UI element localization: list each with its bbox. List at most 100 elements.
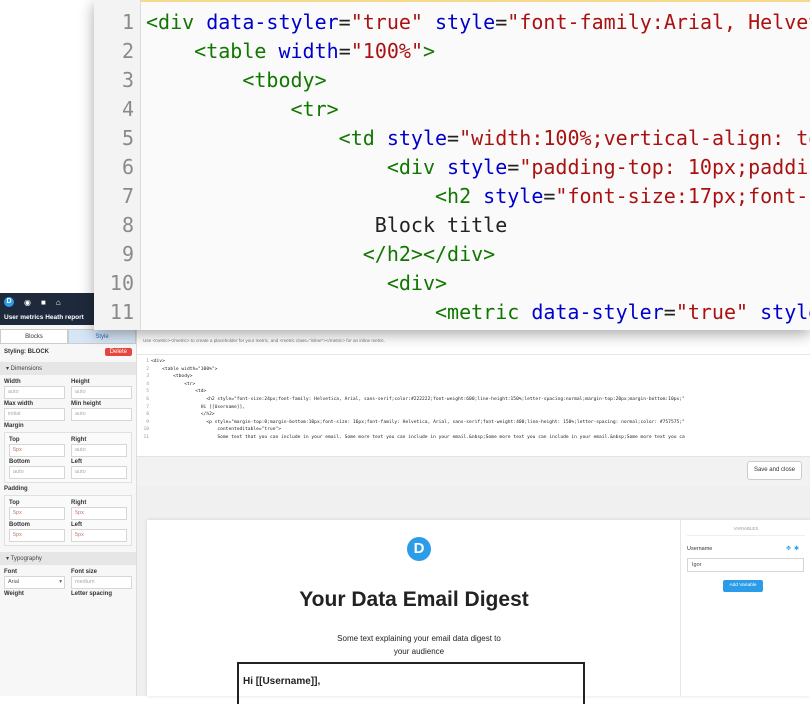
font-select[interactable]: Arial	[4, 576, 65, 589]
padding-right-label: Right	[71, 500, 87, 506]
code-text: <tbody>	[242, 68, 327, 92]
typography-section[interactable]: ▾ Typography	[0, 552, 136, 565]
editor-line-number: 1	[146, 359, 149, 364]
margin-left-label: Left	[71, 459, 82, 465]
email-logo-icon: D	[407, 537, 431, 561]
save-bar: Save and close	[137, 456, 810, 487]
letter-spacing-label: Letter spacing	[71, 591, 113, 597]
code-text: </h2></div>	[362, 242, 496, 266]
margin-bottom-input[interactable]: auto	[9, 466, 65, 479]
editor-line-code: <table width="100%">	[151, 366, 218, 372]
code-text: <metric data-styler="true" style="for	[434, 300, 810, 324]
weight-label: Weight	[4, 591, 24, 597]
email-preview: D Your Data Email Digest Some text expla…	[147, 520, 810, 704]
editor-line-number: 11	[143, 435, 149, 440]
line-number: 1	[121, 10, 134, 34]
editor-line-code: <tbody>	[151, 374, 193, 380]
selected-block[interactable]: Hi [[Username]],	[237, 662, 585, 704]
height-input[interactable]: auto	[71, 386, 132, 399]
padding-top-input[interactable]: 5px	[9, 507, 65, 520]
margin-box: Top 5px Right auto Bottom auto Left auto	[4, 432, 132, 483]
line-number: 8	[121, 213, 134, 237]
font-label: Font	[4, 569, 17, 575]
editor-line-code: Some text that you can include in your e…	[151, 435, 685, 440]
code-text: <div style="padding-top: 10px;padding-bo	[386, 155, 810, 179]
margin-bottom-label: Bottom	[9, 459, 30, 465]
app-logo-icon[interactable]: D	[4, 297, 14, 307]
margin-group-label: Margin	[4, 423, 24, 429]
editor-line-number: 4	[146, 381, 149, 387]
zoomed-code-editor[interactable]: 1 <div data-styler="true" style="font-fam…	[94, 0, 810, 330]
variable-value-input[interactable]: Igor	[687, 558, 804, 572]
code-text: <table width="100%">	[194, 39, 436, 63]
variable-actions: ✥✱	[786, 545, 802, 552]
min-height-label: Min height	[71, 401, 101, 407]
folder-icon[interactable]: ■	[41, 298, 46, 307]
email-title[interactable]: Your Data Email Digest	[147, 588, 681, 612]
margin-right-label: Right	[71, 437, 87, 443]
editor-line-code: </h2>	[151, 412, 215, 418]
line-number: 5	[121, 126, 134, 150]
line-number: 10	[109, 271, 134, 295]
editor-line-code: <tr>	[151, 381, 196, 387]
style-sidebar: D ◉ ■ ⌂ User metrics Heath report Blocks…	[0, 293, 137, 696]
email-subtitle[interactable]: Some text explaining your email data dig…	[337, 632, 501, 658]
line-number: 7	[121, 184, 134, 208]
line-number: 4	[121, 97, 134, 121]
html-code-editor[interactable]: Use <metric></metric> to create a placeh…	[137, 330, 810, 456]
padding-right-input[interactable]: 5px	[71, 507, 127, 520]
code-text: <td style="width:100%;vertical-align: to…	[338, 126, 810, 150]
editor-line-number: 3	[146, 374, 149, 380]
margin-right-input[interactable]: auto	[71, 444, 127, 457]
variables-panel: VARIABLES Username ✥✱ Igor Add Variable	[680, 520, 810, 696]
line-number: 11	[109, 300, 134, 324]
code-text: <h2 style="font-size:17px;font-family	[434, 184, 810, 208]
variable-row: Username ✥✱	[687, 546, 802, 552]
font-size-label: Font size	[71, 569, 98, 575]
margin-left-input[interactable]: auto	[71, 466, 127, 479]
editor-line-number: 9	[146, 419, 149, 425]
variable-name: Username	[687, 546, 713, 552]
delete-button[interactable]: Delete	[104, 348, 132, 356]
styling-header: Styling: BLOCK Delete	[0, 344, 136, 360]
greeting-text[interactable]: Hi [[Username]],	[243, 676, 320, 687]
tab-blocks[interactable]: Blocks	[0, 329, 68, 344]
add-variable-button[interactable]: Add Variable	[723, 580, 763, 592]
editor-line-code: <td>	[151, 389, 207, 395]
tab-style[interactable]: Style	[68, 329, 136, 344]
editor-code-area[interactable]: 1 <div> 2 <table width="100%"> 3 <tbody> 4 <…	[137, 354, 810, 455]
email-preview-canvas: D Your Data Email Digest Some text expla…	[137, 486, 810, 704]
editor-line-number: 5	[146, 389, 149, 395]
code-text: <div>	[386, 271, 448, 295]
padding-bottom-label: Bottom	[9, 522, 30, 528]
width-input[interactable]: auto	[4, 386, 65, 399]
home-icon[interactable]: ⌂	[56, 298, 61, 307]
settings-icon[interactable]: ✱	[794, 546, 802, 552]
save-and-close-button[interactable]: Save and close	[746, 461, 802, 480]
styling-label: Styling: BLOCK	[4, 349, 49, 355]
padding-top-label: Top	[9, 500, 20, 506]
editor-line-code: <div>	[151, 359, 165, 364]
margin-top-label: Top	[9, 437, 20, 443]
line-number: 2	[121, 39, 134, 63]
font-size-input[interactable]: medium	[71, 576, 132, 589]
editor-line-number: 6	[146, 397, 149, 402]
editor-line-number: 2	[146, 366, 149, 372]
line-number: 6	[121, 155, 134, 179]
min-height-input[interactable]: auto	[71, 408, 132, 421]
editor-line-number: 10	[143, 427, 149, 433]
dimensions-section[interactable]: ▾ Dimensions	[0, 362, 136, 375]
padding-bottom-input[interactable]: 5px	[9, 529, 65, 542]
code-text: <tr>	[290, 97, 339, 121]
code-text: Block title	[374, 213, 508, 237]
editor-line-code: <p style="margin-top:0;margin-bottom:10p…	[151, 419, 685, 425]
move-icon[interactable]: ✥	[786, 546, 794, 552]
dashboard-icon[interactable]: ◉	[24, 298, 31, 307]
max-width-input[interactable]: initial	[4, 408, 65, 421]
editor-line-code: contenteditable="true">	[151, 427, 281, 433]
editor-line-number: 8	[146, 412, 149, 418]
height-label: Height	[71, 379, 90, 385]
editor-line-code: <h2 style="font-size:24px;font-family: H…	[151, 397, 685, 402]
padding-left-input[interactable]: 5px	[71, 529, 127, 542]
margin-top-input[interactable]: 5px	[9, 444, 65, 457]
